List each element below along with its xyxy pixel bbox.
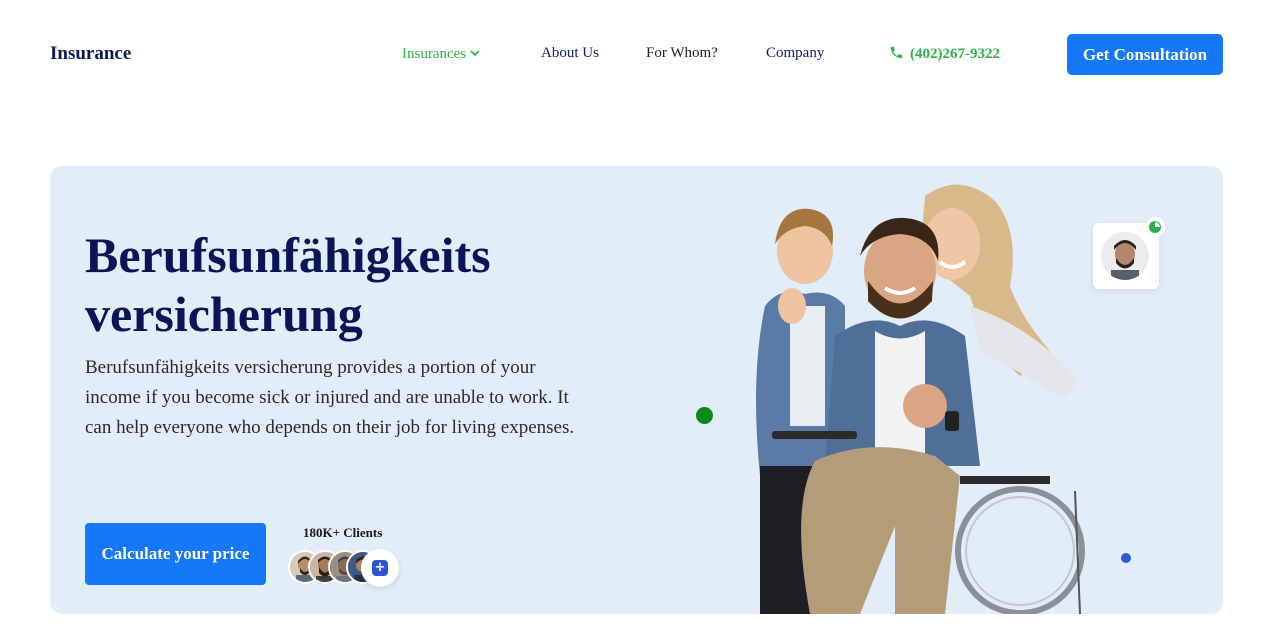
get-consultation-button[interactable]: Get Consultation xyxy=(1067,34,1223,75)
decorative-dot-green xyxy=(696,407,713,424)
nav-insurances[interactable]: Insurances xyxy=(402,45,480,63)
nav-for-whom[interactable]: For Whom? xyxy=(646,45,718,62)
nav-about-us[interactable]: About Us xyxy=(541,45,599,62)
phone-icon xyxy=(889,46,910,62)
family-wheelchair-photo xyxy=(756,184,1085,614)
nav-insurances-label: Insurances xyxy=(402,46,467,62)
site-header: Insurance Insurances About Us For Whom? … xyxy=(0,0,1285,110)
hero-description: Berufsunfähigkeits versicherung provides… xyxy=(85,357,575,438)
phone-link[interactable]: (402)267-9322 xyxy=(889,45,1000,63)
plus-icon: + xyxy=(372,560,388,576)
hero-section: Berufsunfähigkeits versicherung Berufsun… xyxy=(50,166,1223,614)
client-avatars: + xyxy=(288,549,408,587)
avatar xyxy=(1101,232,1149,280)
logo[interactable]: Insurance xyxy=(50,43,131,65)
more-clients-button[interactable]: + xyxy=(361,549,399,587)
decorative-dot-blue xyxy=(1121,553,1131,563)
phone-number: (402)267-9322 xyxy=(910,46,1000,62)
pie-chart-icon xyxy=(1145,217,1165,237)
nav-company[interactable]: Company xyxy=(766,45,824,62)
clients-count: 180K+ Clients xyxy=(303,525,383,540)
calculate-price-button[interactable]: Calculate your price xyxy=(85,523,266,585)
hero-title: Berufsunfähigkeits versicherung xyxy=(85,227,491,342)
profile-badge-card xyxy=(1093,217,1165,289)
chevron-down-icon xyxy=(470,45,480,62)
